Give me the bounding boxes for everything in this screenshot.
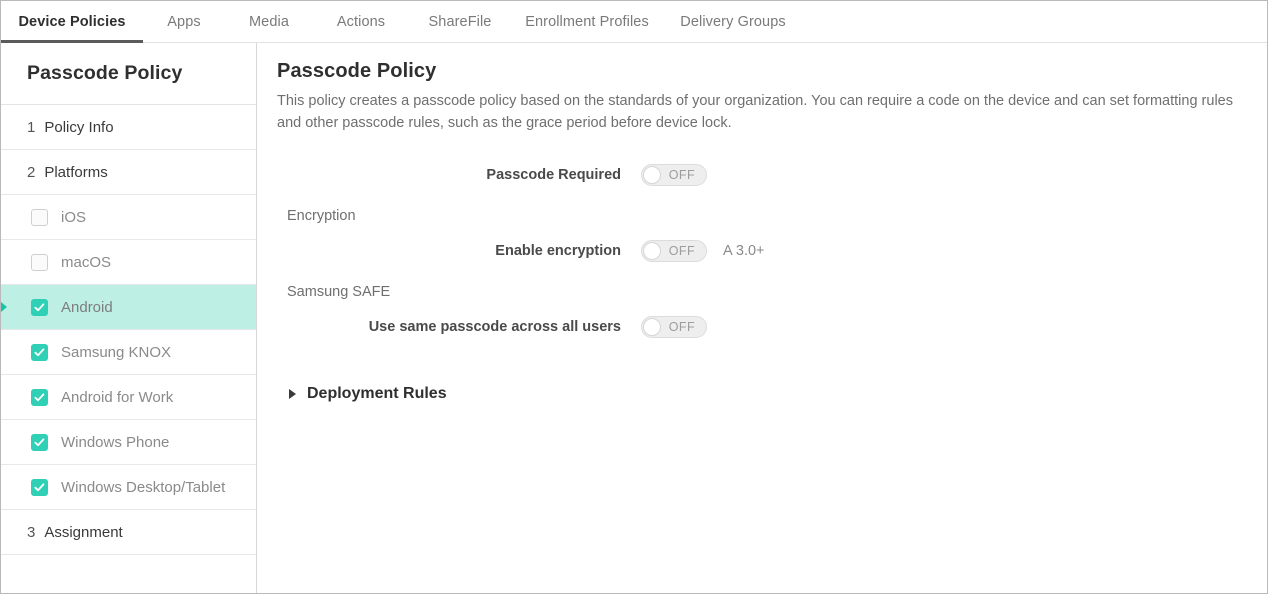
field-label: Use same passcode across all users xyxy=(277,319,641,335)
tab-label: Media xyxy=(249,14,289,30)
main-panel: Passcode Policy This policy creates a pa… xyxy=(257,43,1267,594)
tab-label: Delivery Groups xyxy=(680,14,785,30)
toggle-passcode-required[interactable]: OFF xyxy=(641,164,707,186)
chevron-right-icon xyxy=(289,389,296,399)
checkbox-unchecked-icon[interactable] xyxy=(31,254,48,271)
field-row: Enable encryption OFF A 3.0+ xyxy=(277,233,1251,269)
page-title: Passcode Policy xyxy=(277,60,1251,83)
checkbox-checked-icon[interactable] xyxy=(31,299,48,316)
sidebar-platform-samsung-knox[interactable]: Samsung KNOX xyxy=(1,330,256,375)
platform-label: Android for Work xyxy=(61,389,173,406)
toggle-knob xyxy=(643,242,661,260)
section-heading-samsung-safe: Samsung SAFE xyxy=(287,273,1251,309)
platform-label: Android xyxy=(61,299,113,316)
wizard-sidebar: Passcode Policy 1 Policy Info 2 Platforms iO… xyxy=(1,43,257,594)
checkbox-checked-icon[interactable] xyxy=(31,389,48,406)
tab-device-policies[interactable]: Device Policies xyxy=(1,1,143,42)
toggle-state-label: OFF xyxy=(669,168,695,182)
top-tab-bar: Device Policies Apps Media Actions ShareFile… xyxy=(1,1,1267,43)
tab-enrollment-profiles[interactable]: Enrollment Profiles xyxy=(511,1,663,42)
platform-label: Windows Desktop/Tablet xyxy=(61,479,225,496)
step-label: Assignment xyxy=(44,524,122,541)
sidebar-step-policy-info[interactable]: 1 Policy Info xyxy=(1,105,256,150)
tab-label: ShareFile xyxy=(429,14,492,30)
platform-label: Samsung KNOX xyxy=(61,344,171,361)
platform-label: iOS xyxy=(61,209,86,226)
sidebar-step-platforms[interactable]: 2 Platforms xyxy=(1,150,256,195)
checkbox-checked-icon[interactable] xyxy=(31,479,48,496)
selected-marker-icon xyxy=(1,302,7,312)
sidebar-platform-android[interactable]: Android xyxy=(1,285,256,330)
page-description: This policy creates a passcode policy ba… xyxy=(277,90,1251,135)
policy-wizard-window: Device Policies Apps Media Actions ShareFile… xyxy=(0,0,1268,594)
sidebar-step-assignment[interactable]: 3 Assignment xyxy=(1,510,256,555)
checkbox-checked-icon[interactable] xyxy=(31,434,48,451)
field-row: Passcode Required OFF xyxy=(277,157,1251,193)
step-number: 2 xyxy=(27,164,35,181)
platform-label: Windows Phone xyxy=(61,434,169,451)
sidebar-platform-ios[interactable]: iOS xyxy=(1,195,256,240)
checkbox-checked-icon[interactable] xyxy=(31,344,48,361)
step-label: Policy Info xyxy=(44,119,113,136)
step-label: Platforms xyxy=(44,164,107,181)
sidebar-platform-windows-phone[interactable]: Windows Phone xyxy=(1,420,256,465)
toggle-state-label: OFF xyxy=(669,244,695,258)
tab-actions[interactable]: Actions xyxy=(313,1,409,42)
deployment-rules-label: Deployment Rules xyxy=(307,385,447,403)
field-label: Passcode Required xyxy=(277,167,641,183)
tab-label: Actions xyxy=(337,14,385,30)
tab-label: Enrollment Profiles xyxy=(525,14,649,30)
sidebar-title: Passcode Policy xyxy=(1,43,256,105)
deployment-rules-toggle[interactable]: Deployment Rules xyxy=(289,385,1251,403)
sidebar-platform-android-for-work[interactable]: Android for Work xyxy=(1,375,256,420)
tab-delivery-groups[interactable]: Delivery Groups xyxy=(663,1,803,42)
toggle-knob xyxy=(643,318,661,336)
toggle-use-same-passcode-across-all-users[interactable]: OFF xyxy=(641,316,707,338)
tab-media[interactable]: Media xyxy=(225,1,313,42)
tab-label: Device Policies xyxy=(18,14,125,30)
sidebar-platform-windows-desktop-tablet[interactable]: Windows Desktop/Tablet xyxy=(1,465,256,510)
content-area: Passcode Policy 1 Policy Info 2 Platforms iO… xyxy=(1,43,1267,594)
sidebar-empty-row xyxy=(1,555,256,591)
tab-apps[interactable]: Apps xyxy=(143,1,225,42)
tab-label: Apps xyxy=(167,14,200,30)
checkbox-unchecked-icon[interactable] xyxy=(31,209,48,226)
policy-form: Passcode RequiredOFFEncryptionEnable enc… xyxy=(277,157,1251,345)
toggle-enable-encryption[interactable]: OFF xyxy=(641,240,707,262)
step-number: 3 xyxy=(27,524,35,541)
platform-label: macOS xyxy=(61,254,111,271)
step-number: 1 xyxy=(27,119,35,136)
section-heading-encryption: Encryption xyxy=(287,197,1251,233)
field-note: A 3.0+ xyxy=(723,243,765,259)
toggle-knob xyxy=(643,166,661,184)
sidebar-platform-macos[interactable]: macOS xyxy=(1,240,256,285)
sidebar-step-list: 1 Policy Info 2 Platforms iOS macOS Android Sam… xyxy=(1,105,256,591)
toggle-state-label: OFF xyxy=(669,320,695,334)
field-row: Use same passcode across all users OFF xyxy=(277,309,1251,345)
field-label: Enable encryption xyxy=(277,243,641,259)
tab-sharefile[interactable]: ShareFile xyxy=(409,1,511,42)
